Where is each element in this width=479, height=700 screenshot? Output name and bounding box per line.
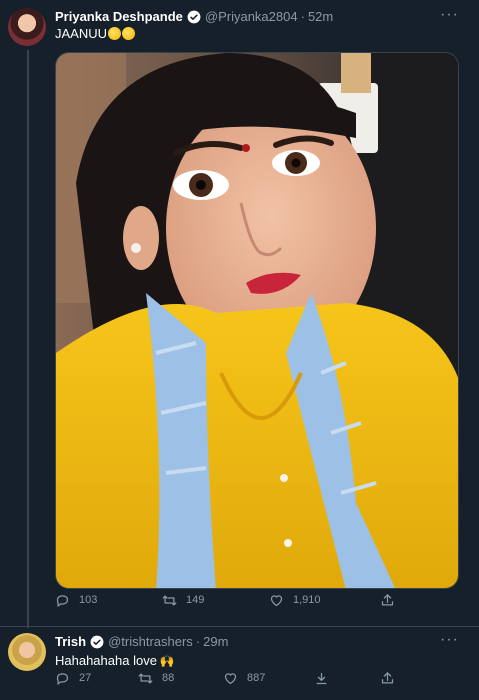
share-icon (381, 593, 394, 605)
more-options-icon[interactable]: ··· (440, 7, 459, 23)
more-options-icon[interactable]: ··· (440, 632, 459, 648)
timestamp[interactable]: 29m (203, 634, 228, 649)
like-button[interactable]: 887 (223, 671, 265, 686)
tweet-header: Priyanka Deshpande @Priyanka2804 · 52m (55, 9, 333, 24)
heart-icon (270, 594, 283, 606)
tweet-header: Trish @trishtrashers · 29m (55, 634, 228, 649)
author-handle[interactable]: @Priyanka2804 (205, 9, 298, 24)
share-button[interactable] (380, 593, 404, 608)
reply-button[interactable]: 27 (55, 671, 91, 686)
like-count: 1,910 (293, 594, 321, 606)
reply-icon (56, 594, 69, 607)
tweet-text: JAANUU (55, 26, 136, 41)
tweet-photo[interactable] (55, 52, 459, 589)
author-name[interactable]: Trish (55, 634, 86, 649)
retweet-count: 88 (162, 672, 175, 684)
reply-count: 27 (79, 672, 92, 684)
like-count: 887 (247, 672, 266, 684)
zany-face-emoji-icon (108, 27, 122, 40)
like-button[interactable]: 1,910 (269, 593, 321, 608)
share-button[interactable] (380, 671, 404, 686)
reply-icon (56, 672, 69, 685)
retweet-count: 149 (186, 594, 205, 606)
tweet-text-content: JAANUU (55, 26, 108, 41)
avatar[interactable] (8, 633, 46, 671)
tweet-divider (0, 626, 479, 627)
reply-button[interactable]: 103 (55, 593, 97, 608)
share-icon (381, 671, 394, 683)
raised-hands-emoji-icon: 🙌 (159, 654, 175, 668)
selfie-photo-illustration (56, 53, 458, 588)
retweet-icon (138, 673, 153, 683)
retweet-icon (162, 595, 177, 605)
zany-face-emoji-icon (122, 27, 136, 40)
author-handle[interactable]: @trishtrashers (108, 634, 193, 649)
author-name[interactable]: Priyanka Deshpande (55, 9, 183, 24)
avatar[interactable] (8, 8, 46, 46)
reply-count: 103 (79, 594, 98, 606)
tweet-text-content: Hahahahaha love (55, 653, 157, 668)
tweet-text: Hahahahaha love 🙌 (55, 653, 175, 668)
download-icon (316, 672, 327, 684)
separator-dot: · (300, 9, 305, 24)
timestamp[interactable]: 52m (308, 9, 333, 24)
heart-icon (224, 672, 237, 684)
separator-dot: · (195, 634, 201, 649)
verified-badge-icon (187, 10, 201, 23)
verified-badge-icon (90, 635, 104, 648)
thread-connector-line (27, 50, 29, 628)
download-button[interactable] (314, 671, 338, 686)
retweet-button[interactable]: 88 (138, 671, 174, 686)
retweet-button[interactable]: 149 (162, 593, 204, 608)
